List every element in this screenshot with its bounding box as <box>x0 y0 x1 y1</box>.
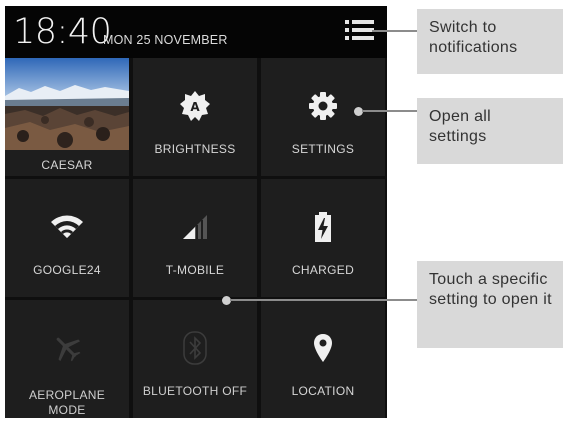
wifi-icon <box>5 209 129 245</box>
svg-text:A: A <box>190 100 200 114</box>
user-photo <box>5 58 129 150</box>
quick-settings-panel: 18:40 MON 25 NOVEMBER CAESAR A BRIGHTNES… <box>5 6 387 418</box>
tile-brightness-label: BRIGHTNESS <box>154 142 236 156</box>
tile-battery[interactable]: CHARGED <box>261 179 385 297</box>
tile-settings-label: SETTINGS <box>291 142 355 156</box>
battery-charging-icon <box>261 209 385 245</box>
tile-location-label: LOCATION <box>291 384 355 398</box>
tile-aeroplane-label: AEROPLANE MODE <box>28 388 106 417</box>
callout-settings: Open all settings <box>417 98 563 164</box>
tile-mobile-label: T-MOBILE <box>165 263 225 277</box>
callout-touch-line <box>230 299 418 301</box>
tile-settings[interactable]: SETTINGS <box>261 58 385 176</box>
tile-battery-label: CHARGED <box>291 263 355 277</box>
airplane-icon <box>5 330 129 366</box>
signal-icon <box>133 209 257 245</box>
tile-location[interactable]: LOCATION <box>261 300 385 418</box>
tile-wifi[interactable]: GOOGLE24 <box>5 179 129 297</box>
callout-notifications: Switch to notifications <box>417 9 563 74</box>
tile-aeroplane[interactable]: AEROPLANE MODE <box>5 300 129 418</box>
gear-icon <box>261 88 385 124</box>
tile-bluetooth-label: BLUETOOTH OFF <box>142 384 248 398</box>
tile-user-label: CAESAR <box>41 158 93 172</box>
location-pin-icon <box>261 330 385 366</box>
status-bar: 18:40 MON 25 NOVEMBER <box>5 6 387 58</box>
callout-notifications-line <box>372 30 418 32</box>
callout-settings-line <box>362 110 418 112</box>
clock-time: 18:40 <box>13 12 112 52</box>
bluetooth-icon <box>133 330 257 366</box>
tile-bluetooth[interactable]: BLUETOOTH OFF <box>133 300 257 418</box>
tile-wifi-label: GOOGLE24 <box>33 263 101 277</box>
date-label: MON 25 NOVEMBER <box>103 33 228 47</box>
tile-mobile[interactable]: T-MOBILE <box>133 179 257 297</box>
brightness-auto-icon: A <box>133 88 257 124</box>
callout-touch: Touch a specific setting to open it <box>417 261 563 348</box>
tile-brightness[interactable]: A BRIGHTNESS <box>133 58 257 176</box>
tile-user[interactable]: CAESAR <box>5 58 129 176</box>
